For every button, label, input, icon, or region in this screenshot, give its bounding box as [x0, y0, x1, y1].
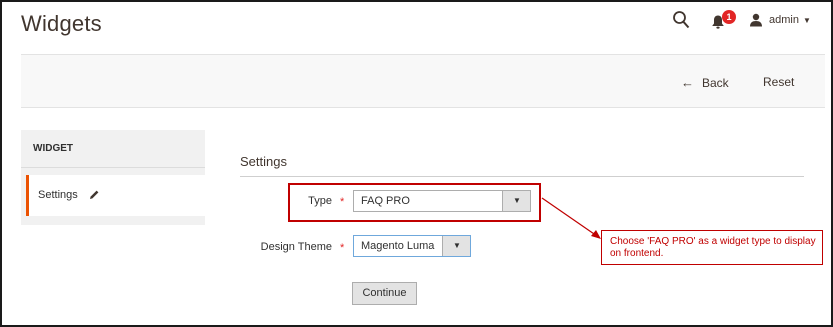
pencil-icon: [90, 190, 99, 199]
widget-tabs-panel: WIDGET Settings: [21, 130, 205, 225]
chevron-down-icon: ▼: [453, 241, 461, 250]
tab-settings-label: Settings: [38, 189, 78, 201]
design-theme-label: Design Theme: [260, 241, 332, 253]
back-button-label: Back: [702, 75, 729, 90]
page-title: Widgets: [21, 11, 102, 36]
annotation-callout-text: Choose 'FAQ PRO' as a widget type to dis…: [610, 236, 816, 259]
continue-button[interactable]: Continue: [352, 282, 417, 305]
user-name: admin: [769, 14, 799, 26]
annotation-highlight-box: [288, 183, 541, 222]
settings-section-title: Settings: [240, 154, 287, 169]
search-icon[interactable]: [672, 10, 690, 30]
tab-settings[interactable]: Settings: [26, 175, 205, 216]
tabs-header: WIDGET: [21, 130, 205, 168]
section-divider: [240, 176, 804, 177]
arrow-left-icon: ←: [681, 75, 694, 90]
design-theme-required-mark: *: [340, 242, 345, 254]
notifications-button[interactable]: 1: [711, 10, 737, 30]
chevron-down-icon: ▼: [802, 15, 811, 25]
reset-button[interactable]: Reset: [763, 75, 794, 89]
user-menu[interactable]: admin ▼: [749, 11, 811, 29]
notification-badge: 1: [722, 10, 736, 24]
page-actions-bar: ← Back Reset: [21, 54, 825, 108]
tabs-header-label: WIDGET: [33, 143, 73, 154]
design-theme-select-value: Magento Luma: [361, 240, 435, 252]
annotation-callout: Choose 'FAQ PRO' as a widget type to dis…: [601, 230, 823, 265]
page-frame: Widgets 1 admin ▼ ← Back Reset WIDGET Se…: [0, 0, 833, 327]
user-icon: [750, 13, 762, 27]
design-theme-select-toggle[interactable]: ▼: [442, 236, 470, 256]
back-button[interactable]: ← Back: [681, 75, 729, 90]
design-theme-select[interactable]: Magento Luma ▼: [353, 235, 471, 257]
